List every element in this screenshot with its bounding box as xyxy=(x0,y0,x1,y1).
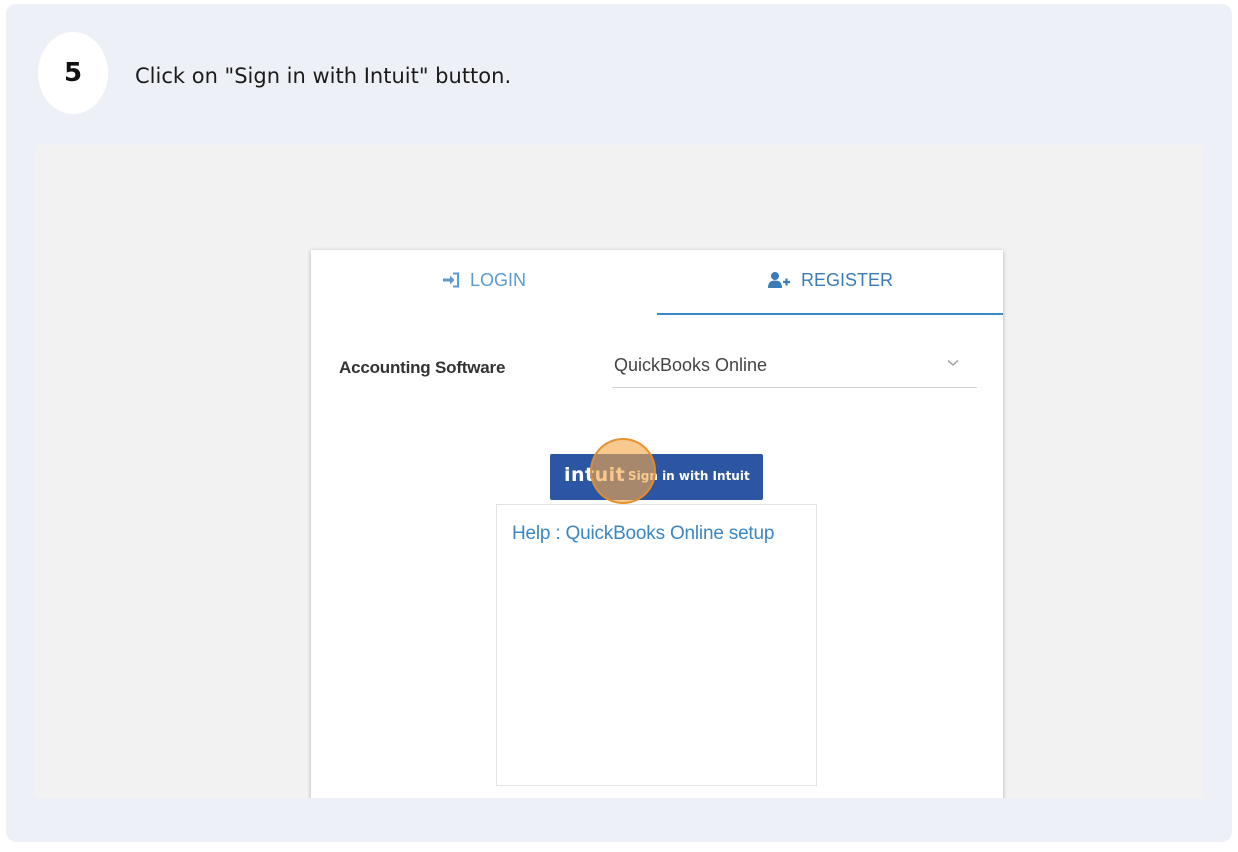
tab-register-label: REGISTER xyxy=(800,269,893,290)
chevron-down-icon xyxy=(947,360,959,366)
tab-login-label: LOGIN xyxy=(469,269,526,290)
active-tab-indicator xyxy=(657,313,1003,315)
tab-login[interactable]: LOGIN xyxy=(311,250,657,316)
sign-in-icon xyxy=(442,272,459,288)
step-instruction: Click on "Sign in with Intuit" button. xyxy=(135,64,512,88)
help-setup-link[interactable]: Help : QuickBooks Online setup xyxy=(512,523,774,545)
help-box: Help : QuickBooks Online setup xyxy=(496,504,817,786)
sign-in-with-intuit-label: Sign in with Intuit xyxy=(628,469,750,483)
accounting-software-select[interactable]: QuickBooks Online xyxy=(612,344,977,388)
accounting-software-label: Accounting Software xyxy=(339,358,506,377)
screenshot-area: LOGIN REGISTER Accounting Software Quick… xyxy=(35,145,1203,798)
step-number-badge: 5 xyxy=(38,32,108,114)
intuit-logo: intuit xyxy=(564,464,626,486)
tab-register[interactable]: REGISTER xyxy=(657,250,1003,316)
accounting-software-value: QuickBooks Online xyxy=(614,355,768,375)
sign-in-with-intuit-button[interactable]: intuit Sign in with Intuit xyxy=(550,454,763,500)
guide-step-card: 5 Click on "Sign in with Intuit" button.… xyxy=(6,4,1232,842)
auth-panel: LOGIN REGISTER Accounting Software Quick… xyxy=(311,250,1003,798)
user-plus-icon xyxy=(767,272,790,288)
auth-tabs: LOGIN REGISTER xyxy=(311,250,1003,316)
